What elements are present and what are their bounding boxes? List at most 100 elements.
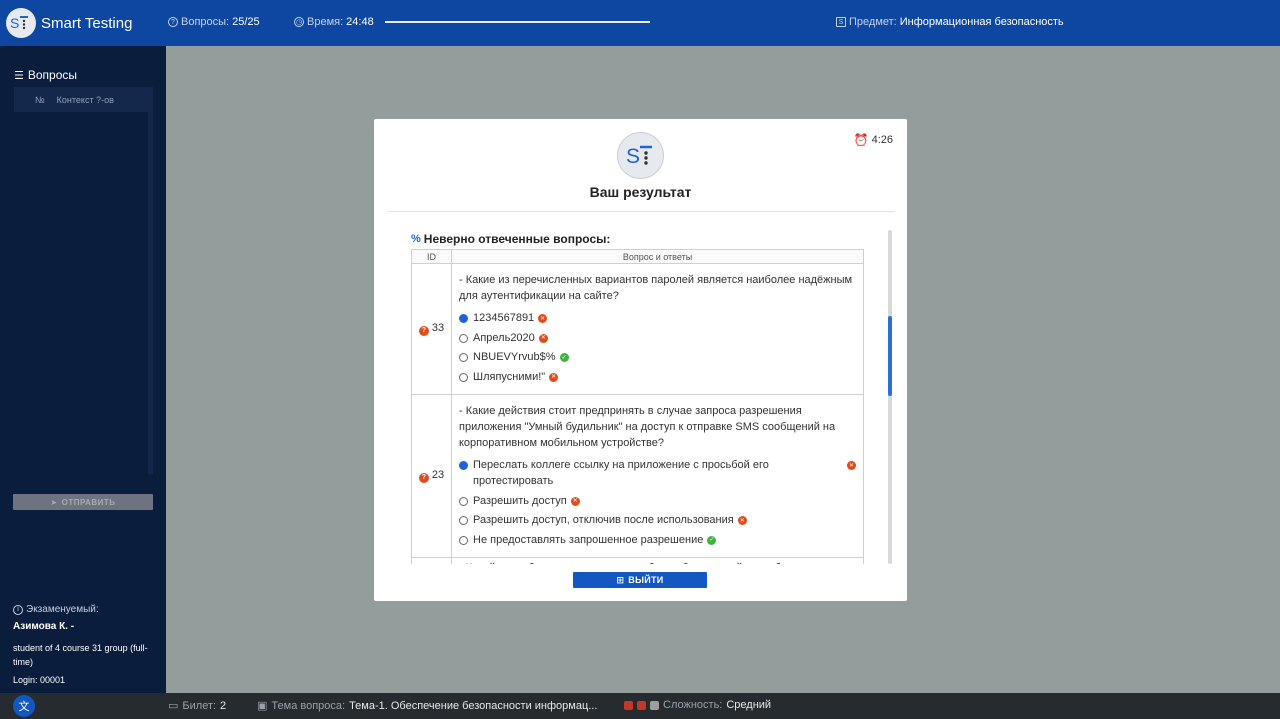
- modal-timer: ⏰ 4:26: [854, 133, 893, 147]
- topic-value: Тема-1. Обеспечение безопасности информа…: [349, 699, 598, 712]
- question-row: ? 33- Какие из перечисленных вариантов па…: [411, 263, 864, 395]
- answer-option: Разрешить доступ, отключив после использ…: [459, 512, 856, 528]
- modal-timer-value: 4:26: [871, 134, 893, 146]
- question-id: 33: [431, 322, 445, 335]
- radio-selected-icon: [459, 461, 468, 470]
- send-icon: ➤: [50, 497, 58, 507]
- question-id-cell: ? 33: [411, 263, 452, 395]
- exit-button[interactable]: ⊞ ВЫЙТИ: [573, 572, 707, 588]
- check-circle-icon: ✓: [559, 353, 569, 362]
- send-button[interactable]: ➤ ОТПРАВИТЬ: [13, 494, 153, 510]
- examinee-name: Азимова К. -: [13, 621, 75, 632]
- radio-empty-icon: [459, 372, 468, 382]
- answer-option: Не предоставлять запрошенное разрешение ✓: [459, 532, 856, 548]
- question-mark-icon: ?: [418, 472, 429, 483]
- question-id: 23: [431, 469, 445, 482]
- top-bar: S Smart Testing ? Вопросы: 25/25 ◷ Время…: [0, 0, 1280, 46]
- x-circle-icon: ✕: [538, 314, 548, 323]
- time-progress-bar: [385, 21, 650, 23]
- subject-value: Информационная безопасность: [899, 16, 1064, 28]
- ticket-icon: ▭: [168, 700, 179, 712]
- answer-option: Переслать коллеге ссылку на приложение с…: [459, 457, 856, 489]
- answer-text: Апрель2020: [473, 331, 535, 344]
- col-context: Контекст ?-ов: [56, 94, 114, 105]
- questions-label: Вопросы:: [181, 16, 230, 28]
- section-title-label: Неверно отвеченные вопросы:: [423, 232, 611, 246]
- ticket-label: Билет:: [182, 699, 217, 712]
- sidebar-title: ☰ Вопросы: [14, 68, 77, 82]
- question-cell: - Какой способ хранения данных наиболее …: [451, 557, 864, 565]
- answer-text: Разрешить доступ: [473, 494, 567, 507]
- col-question-answers: Вопрос и ответы: [451, 249, 864, 264]
- divider: [388, 211, 895, 212]
- svg-text:S: S: [10, 15, 19, 31]
- topic-icon: ▣: [257, 700, 268, 712]
- question-circle-icon: ?: [168, 17, 178, 27]
- radio-empty-icon: [459, 353, 468, 362]
- x-circle-icon: ✕: [570, 496, 580, 506]
- subject-info: S Предмет: Информационная безопасность: [836, 16, 1064, 28]
- svg-text:S: S: [626, 145, 640, 168]
- difficulty-value: Средний: [726, 699, 772, 711]
- answer-option: Апрель2020 ✕: [459, 330, 856, 346]
- answer-option: Шляпусними!" ✕: [459, 369, 856, 385]
- difficulty-level-3: [650, 700, 659, 710]
- modal-scrollbar-track[interactable]: [888, 230, 892, 564]
- difficulty-level-1: [624, 700, 633, 710]
- app-logo: S Smart Testing: [0, 8, 160, 38]
- examinee-group: student of 4 course 31 group (full-time): [13, 643, 148, 667]
- question-id-cell: ? 23: [411, 394, 452, 558]
- translate-icon: 文: [18, 701, 30, 713]
- difficulty-info: Сложность: Средний: [624, 699, 771, 711]
- radio-empty-icon: [459, 516, 468, 525]
- sidebar-scrollbar[interactable]: [148, 112, 153, 474]
- answer-option: NBUEVYrvub$% ✓: [459, 349, 856, 365]
- list-icon: ☰: [14, 69, 24, 82]
- exit-icon: ⊞: [616, 574, 625, 585]
- question-cell: - Какие действия стоит предпринять в слу…: [451, 394, 864, 558]
- x-circle-icon: ✕: [538, 333, 548, 343]
- difficulty-level-2: [637, 700, 646, 710]
- ticket-info: ▭ Билет: 2: [168, 699, 226, 713]
- examinee-label: Экзаменуемый:: [26, 604, 99, 615]
- questions-value: 25/25: [232, 16, 260, 28]
- time-label: Время:: [307, 16, 344, 28]
- x-circle-icon: ✕: [847, 461, 856, 470]
- col-id: ID: [411, 249, 452, 264]
- col-number: №: [35, 94, 45, 105]
- percent-icon: %: [411, 233, 421, 245]
- topic-label: Тема вопроса:: [271, 699, 346, 712]
- x-circle-icon: ✕: [549, 372, 559, 382]
- translate-button[interactable]: 文: [13, 695, 35, 717]
- radio-empty-icon: [459, 333, 468, 343]
- time-value: 24:48: [346, 16, 374, 28]
- answer-text: NBUEVYrvub$%: [473, 351, 556, 363]
- result-modal: ⏰ 4:26 S Ваш результат % Неверно отвечен…: [374, 119, 907, 601]
- question-cell: - Какие из перечисленных вариантов парол…: [451, 263, 864, 395]
- results-scroll-area[interactable]: % Неверно отвеченные вопросы: ID Вопрос …: [411, 232, 891, 564]
- wrong-answers-table: ID Вопрос и ответы ? 33- Какие из перечис…: [411, 249, 864, 564]
- time-counter: ◷ Время: 24:48: [294, 16, 374, 28]
- radio-empty-icon: [459, 535, 468, 545]
- question-id-cell: [411, 557, 452, 564]
- sidebar: ☰ Вопросы № Контекст ?-ов ➤ ОТПРАВИТЬ i …: [0, 46, 166, 693]
- radio-empty-icon: [459, 496, 468, 506]
- bottom-bar: 文 ▭ Билет: 2 ▣ Тема вопроса: Тема-1. Обе…: [0, 693, 1280, 719]
- logo-icon: S: [6, 8, 36, 38]
- subject-label: Предмет:: [849, 16, 897, 28]
- check-circle-icon: ✓: [707, 535, 717, 545]
- question-row: ? 23- Какие действия стоит предпринять в …: [411, 394, 864, 558]
- answer-text: Разрешить доступ, отключив после использ…: [473, 514, 734, 526]
- question-row: - Какой способ хранения данных наиболее …: [411, 557, 864, 565]
- questions-counter: ? Вопросы: 25/25: [168, 16, 260, 28]
- modal-scrollbar-thumb[interactable]: [888, 316, 892, 396]
- question-text: - Какие действия стоит предпринять в слу…: [459, 405, 836, 449]
- difficulty-label: Сложность:: [663, 699, 723, 711]
- alarm-clock-icon: ⏰: [853, 133, 869, 147]
- radio-selected-icon: [459, 314, 468, 323]
- book-icon: S: [836, 17, 846, 27]
- question-text: - Какой способ хранения данных наиболее …: [452, 562, 863, 565]
- exit-label: ВЫЙТИ: [628, 575, 664, 585]
- section-title: % Неверно отвеченные вопросы:: [411, 232, 891, 246]
- question-text: - Какие из перечисленных вариантов парол…: [459, 274, 853, 302]
